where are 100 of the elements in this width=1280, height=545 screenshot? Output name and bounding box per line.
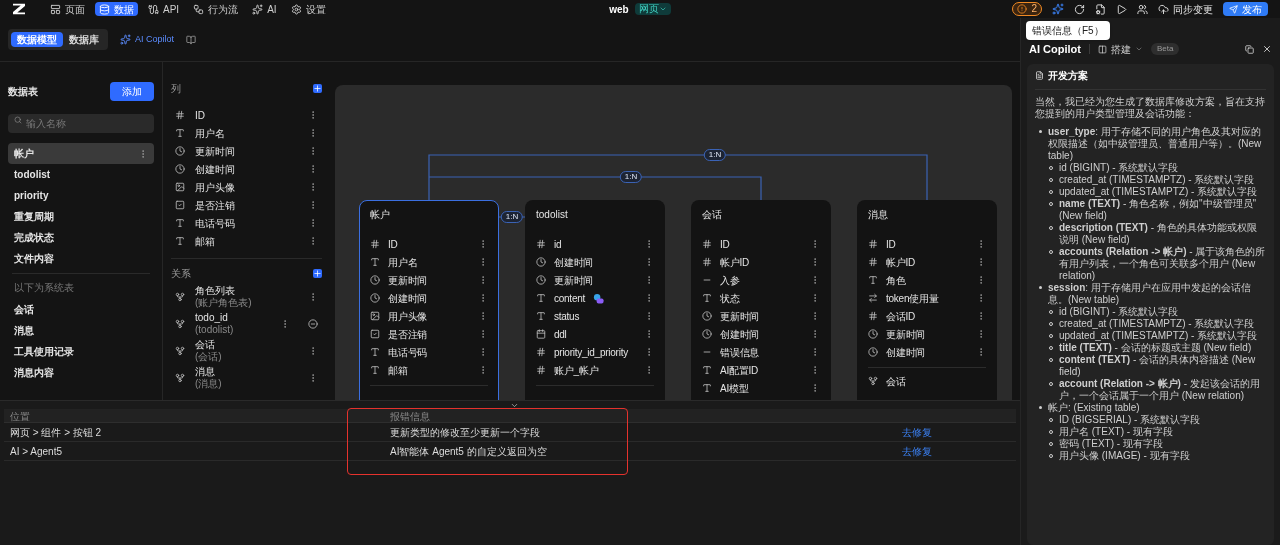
column-name[interactable]: 创建时间 (195, 161, 298, 177)
logo-icon[interactable] (12, 3, 26, 15)
sync-button[interactable]: 同步变更 (1158, 1, 1213, 17)
collapse-icon[interactable] (510, 401, 519, 410)
relation-label[interactable]: 1:N (500, 211, 524, 223)
field-name: 用户头像 (388, 309, 427, 324)
copy-icon[interactable] (1245, 44, 1254, 54)
hash-icon (868, 257, 878, 267)
column-name[interactable]: 更新时间 (195, 143, 298, 159)
add-button[interactable]: 添加 (110, 82, 154, 101)
list-item-text: name (TEXT) - 角色名称，例如"中级管理员" (New field) (1059, 198, 1258, 222)
clock-icon (370, 275, 380, 285)
caret-icon (1134, 45, 1143, 53)
field-name: 账户_帐户 (554, 363, 599, 378)
book-icon[interactable] (186, 34, 197, 45)
relation-name[interactable]: 会话 (195, 339, 298, 351)
hash-icon (536, 365, 546, 375)
copilot-link[interactable]: AI Copilot (120, 32, 175, 47)
field-name: 角色 (886, 273, 906, 288)
send-icon (1229, 4, 1238, 14)
table-item[interactable]: 帐户 (8, 143, 154, 164)
field-name: 创建时间 (554, 255, 593, 270)
table-item[interactable]: 会话 (8, 299, 154, 320)
database-icon (99, 3, 110, 15)
list-item-text: updated_at (TIMESTAMPTZ) - 系统默认字段 (1059, 186, 1258, 198)
env-dropdown[interactable]: 网页 (634, 3, 671, 15)
fix-link[interactable]: 去修复 (896, 443, 1016, 459)
table-item[interactable]: 重复周期 (8, 206, 154, 227)
table-card[interactable]: todolist id 创建时间 更新时间 content status ddl priority_id_priority 账户_帐户 (525, 200, 665, 400)
table-item[interactable]: 工具使用记录 (8, 341, 154, 362)
nav-tab[interactable]: API (144, 2, 184, 16)
publish-button[interactable]: 发布 (1223, 2, 1268, 16)
field-name: 创建时间 (886, 345, 925, 360)
play-icon[interactable] (1116, 3, 1127, 15)
text-icon (370, 365, 380, 375)
table-item[interactable]: priority (8, 185, 154, 206)
nav-tab[interactable]: 数据 (95, 2, 138, 16)
table-item[interactable]: 消息内容 (8, 362, 154, 383)
search-field[interactable]: 输入名称 (8, 114, 154, 133)
section-heading: 列 (171, 81, 181, 96)
nav-tab[interactable]: 设置 (286, 2, 330, 16)
table-card[interactable]: 帐户 ID 用户名 更新时间 创建时间 用户头像 是否注销 电话号码 邮箱 (359, 200, 499, 400)
clock-icon (702, 311, 712, 321)
sparkle-icon[interactable] (1052, 3, 1064, 15)
nav-tab[interactable]: AI (248, 2, 281, 16)
add-icon[interactable] (313, 83, 322, 93)
table-card[interactable]: 会话 ID 帐户ID 入参 状态 更新时间 创建时间 错误信息 AI配置ID AI模型 (691, 200, 831, 400)
refresh-icon[interactable] (1074, 3, 1085, 15)
fork-icon (175, 291, 185, 302)
error-badge[interactable]: 2 (1012, 2, 1042, 16)
text-icon (370, 347, 380, 357)
document-icon[interactable] (1095, 3, 1106, 15)
column-name[interactable]: ID (195, 107, 298, 123)
table-card[interactable]: 消息 ID 帐户ID 角色 token使用量 会话ID 更新时间 创建时间 会话 (857, 200, 997, 400)
nav-tab[interactable]: 页面 (46, 2, 89, 16)
relation-label[interactable]: 1:N (619, 171, 643, 183)
view-tab[interactable]: 数据模型 (11, 32, 63, 47)
fix-link[interactable]: 去修复 (896, 424, 1016, 440)
column-name[interactable]: 电话号码 (195, 215, 298, 231)
list-item-text: created_at (TIMESTAMPTZ) - 系统默认字段 (1059, 174, 1255, 186)
add-icon[interactable] (313, 268, 322, 278)
remove-icon[interactable] (308, 318, 318, 329)
field-name: status (554, 309, 580, 324)
table-item[interactable]: 完成状态 (8, 227, 154, 248)
list-item-text: id (BIGINT) - 系统默认字段 (1059, 306, 1179, 318)
table-item[interactable]: 消息 (8, 320, 154, 341)
field-name: priority_id_priority (554, 345, 628, 360)
relation-label[interactable]: 1:N (703, 149, 727, 161)
relation-name[interactable]: 消息 (195, 366, 298, 378)
flow-icon (193, 3, 205, 15)
field-name: ID (388, 237, 398, 252)
search-icon (14, 115, 22, 124)
close-icon[interactable] (1262, 44, 1272, 54)
clock-icon (536, 257, 546, 267)
tooltip: 错误信息（F5） (1026, 21, 1110, 40)
field-name: 更新时间 (886, 327, 925, 342)
column-name[interactable]: 用户名 (195, 125, 298, 141)
plan-title: 开发方案 (1048, 69, 1088, 83)
clock-icon (175, 146, 185, 156)
card-title: 会话 (702, 208, 723, 221)
intro-text: 当然，我已经为您生成了数据库修改方案，旨在支持您提到的用户类型管理及会话功能： (1035, 96, 1266, 120)
list-item-text: 用户头像 (IMAGE) - 现有字段 (1059, 450, 1190, 462)
field-name: 邮箱 (388, 363, 408, 378)
nav-tab[interactable]: 行为流 (189, 2, 243, 16)
table-cell-text: 更新类型的修改至少更新一个字段 (389, 425, 541, 440)
field-name: id (554, 237, 562, 252)
column-name[interactable]: 邮箱 (195, 233, 298, 249)
list-item-text: user_type: 用于存储不同的用户角色及其对应的权限描述（如中级管理员、普通用户等）。(New table) (1048, 126, 1263, 162)
table-item[interactable]: 文件内容 (8, 248, 154, 269)
relation-name[interactable]: todo_id (195, 312, 270, 324)
column-name[interactable]: 用户头像 (195, 179, 298, 195)
table-item[interactable]: todolist (8, 164, 154, 185)
view-tab[interactable]: 数据库 (63, 32, 105, 47)
list-item-text: 用户名 (TEXT) - 现有字段 (1059, 426, 1173, 438)
users-icon[interactable] (1137, 3, 1148, 15)
mode-dropdown[interactable]: 搭建 (1097, 41, 1143, 57)
clock-icon (868, 347, 878, 357)
relation-name[interactable]: 角色列表 (195, 285, 298, 297)
list-item-text: title (TEXT) - 会话的标题或主题 (New field) (1059, 342, 1252, 354)
column-name[interactable]: 是否注销 (195, 197, 298, 213)
